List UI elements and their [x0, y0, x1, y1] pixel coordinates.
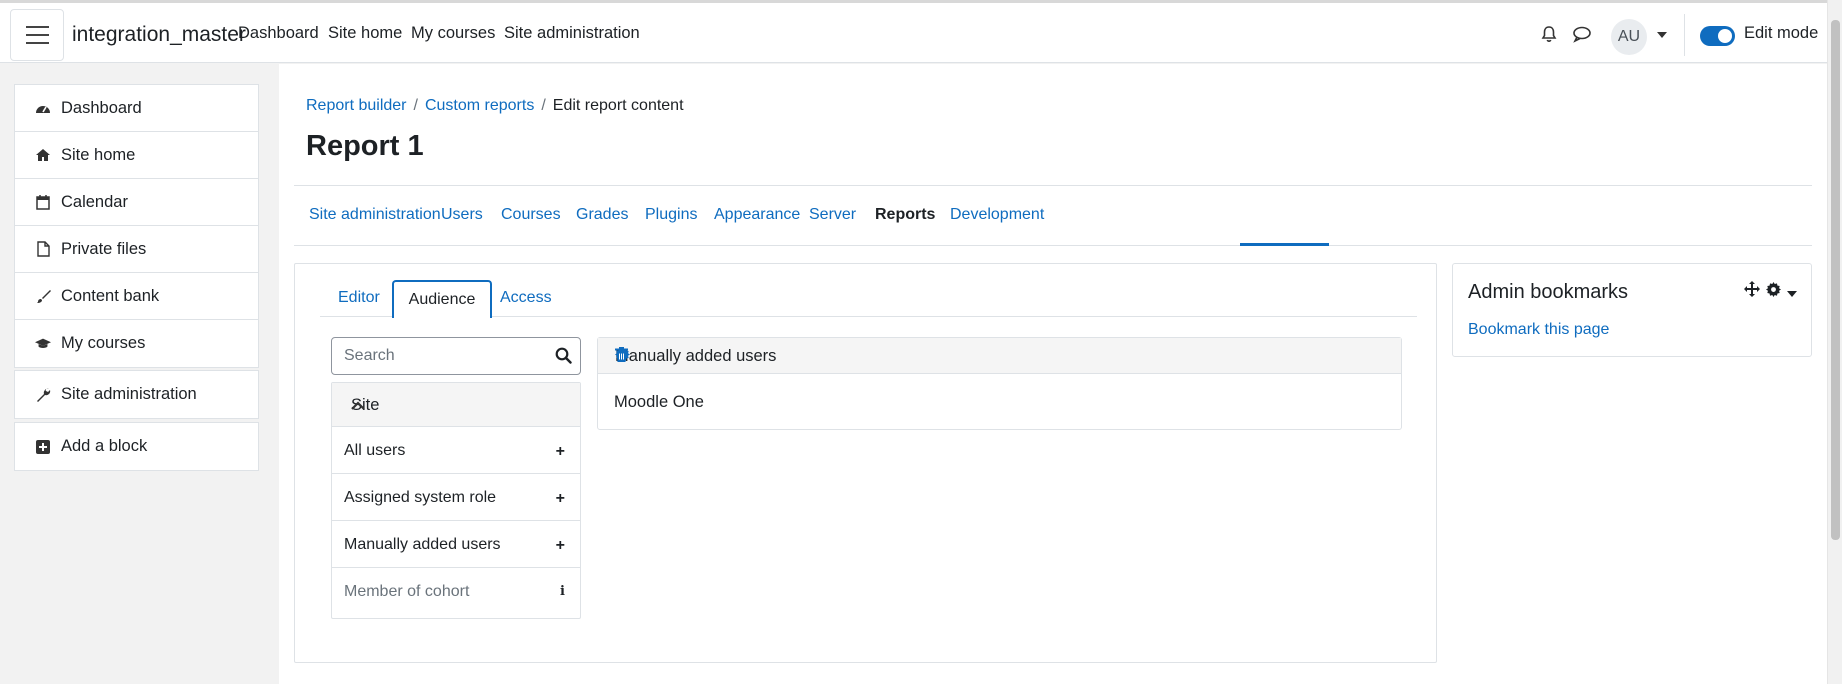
- tab-access[interactable]: Access: [500, 280, 552, 317]
- home-icon: [35, 147, 51, 163]
- secnav-site-administration[interactable]: Site administration: [309, 206, 441, 224]
- dashboard-icon: [35, 100, 51, 116]
- drawer-item-site-administration[interactable]: Site administration: [15, 371, 258, 418]
- audience-type-member-of-cohort: Member of cohort i: [344, 583, 565, 600]
- nav-site-administration[interactable]: Site administration: [504, 24, 640, 43]
- breadcrumb-current: Edit report content: [552, 97, 684, 114]
- audience-type-all-users[interactable]: All users +: [332, 427, 580, 474]
- drawer-toggle-button[interactable]: [10, 9, 64, 61]
- nav-dashboard[interactable]: Dashboard: [238, 24, 319, 43]
- nav-site-home[interactable]: Site home: [328, 24, 402, 43]
- search-input[interactable]: [344, 347, 544, 365]
- chevron-down-icon[interactable]: [1787, 281, 1797, 302]
- drawer-block-group: Add a block: [14, 422, 259, 471]
- audience-type-manually-added-users[interactable]: Manually added users +: [332, 521, 580, 568]
- drawer-item-dashboard[interactable]: Dashboard: [15, 85, 258, 132]
- secondary-navigation: Site administration Users Courses Grades…: [294, 186, 1812, 246]
- gear-icon[interactable]: [1766, 281, 1781, 302]
- edit-mode-label: Edit mode: [1744, 24, 1819, 42]
- course-index-drawer: Dashboard Site home Calendar Private fil…: [0, 64, 279, 684]
- block-controls: [1744, 281, 1797, 302]
- move-icon[interactable]: [1744, 281, 1760, 302]
- report-tabs: Editor Audience Access: [320, 280, 1417, 318]
- drawer-nav-group: Dashboard Site home Calendar Private fil…: [14, 84, 259, 368]
- audience-type-assigned-system-role[interactable]: Assigned system role +: [332, 474, 580, 521]
- menu-icon: [26, 26, 49, 28]
- audience-instance-card: Manually added users Moodle One: [597, 337, 1402, 430]
- admin-bookmarks-block: Admin bookmarks Bookmark this page: [1452, 263, 1812, 357]
- audience-search: [331, 337, 581, 375]
- secnav-courses[interactable]: Courses: [501, 206, 561, 224]
- audience-types-accordion: Site All users + Assigned system role + …: [331, 382, 581, 619]
- accordion-header-site[interactable]: Site: [332, 383, 580, 427]
- user-avatar[interactable]: AU: [1611, 19, 1647, 55]
- drawer-admin-group: Site administration: [14, 370, 259, 419]
- messages-icon[interactable]: [1572, 25, 1592, 48]
- secnav-appearance[interactable]: Appearance: [714, 206, 800, 224]
- divider: [1684, 14, 1685, 56]
- info-icon[interactable]: i: [560, 584, 565, 599]
- secnav-plugins[interactable]: Plugins: [645, 206, 697, 224]
- breadcrumb-report-builder[interactable]: Report builder: [306, 97, 407, 114]
- calendar-icon: [35, 194, 51, 210]
- trash-icon[interactable]: [615, 347, 1389, 367]
- page-title: Report 1: [306, 130, 424, 162]
- chevron-up-icon[interactable]: [351, 396, 564, 415]
- active-tab-indicator: [1240, 243, 1329, 246]
- block-title: Admin bookmarks: [1468, 281, 1629, 303]
- audience-instance-header: Manually added users: [598, 338, 1401, 374]
- plus-icon[interactable]: +: [556, 537, 565, 555]
- drawer-item-calendar[interactable]: Calendar: [15, 179, 258, 226]
- plus-icon[interactable]: +: [556, 443, 565, 461]
- drawer-item-private-files[interactable]: Private files: [15, 226, 258, 273]
- drawer-item-my-courses[interactable]: My courses: [15, 320, 258, 367]
- tab-audience[interactable]: Audience: [392, 280, 492, 318]
- breadcrumb-custom-reports[interactable]: Custom reports: [425, 97, 534, 114]
- add-block-button[interactable]: Add a block: [15, 423, 258, 470]
- site-brand[interactable]: integration_master: [72, 23, 246, 47]
- secnav-development[interactable]: Development: [950, 206, 1044, 224]
- bookmark-this-page-link[interactable]: Bookmark this page: [1468, 321, 1609, 339]
- main-region: Report builder / Custom reports / Edit repor…: [279, 64, 1827, 684]
- drawer-item-site-home[interactable]: Site home: [15, 132, 258, 179]
- chevron-down-icon[interactable]: [1657, 32, 1667, 38]
- secnav-reports[interactable]: Reports: [875, 206, 935, 224]
- audience-instance-content: Moodle One: [614, 393, 704, 411]
- page-scrollbar[interactable]: [1827, 0, 1842, 684]
- plus-square-icon: [35, 439, 51, 455]
- report-audience-card: Editor Audience Access Site All users +: [294, 263, 1437, 663]
- search-icon[interactable]: [555, 347, 572, 369]
- secnav-server[interactable]: Server: [809, 206, 856, 224]
- file-icon: [35, 241, 51, 257]
- paint-brush-icon: [35, 288, 51, 304]
- wrench-icon: [35, 387, 51, 403]
- drawer-item-content-bank[interactable]: Content bank: [15, 273, 258, 320]
- notifications-icon[interactable]: [1540, 25, 1558, 48]
- tab-editor[interactable]: Editor: [338, 280, 380, 317]
- graduation-cap-icon: [35, 336, 51, 352]
- secnav-grades[interactable]: Grades: [576, 206, 628, 224]
- secnav-users[interactable]: Users: [441, 206, 483, 224]
- breadcrumb: Report builder / Custom reports / Edit repor…: [306, 97, 684, 114]
- nav-my-courses[interactable]: My courses: [411, 24, 495, 43]
- top-navbar: integration_master Dashboard Site home M…: [0, 0, 1827, 63]
- edit-mode-toggle[interactable]: [1700, 26, 1735, 46]
- plus-icon[interactable]: +: [556, 490, 565, 508]
